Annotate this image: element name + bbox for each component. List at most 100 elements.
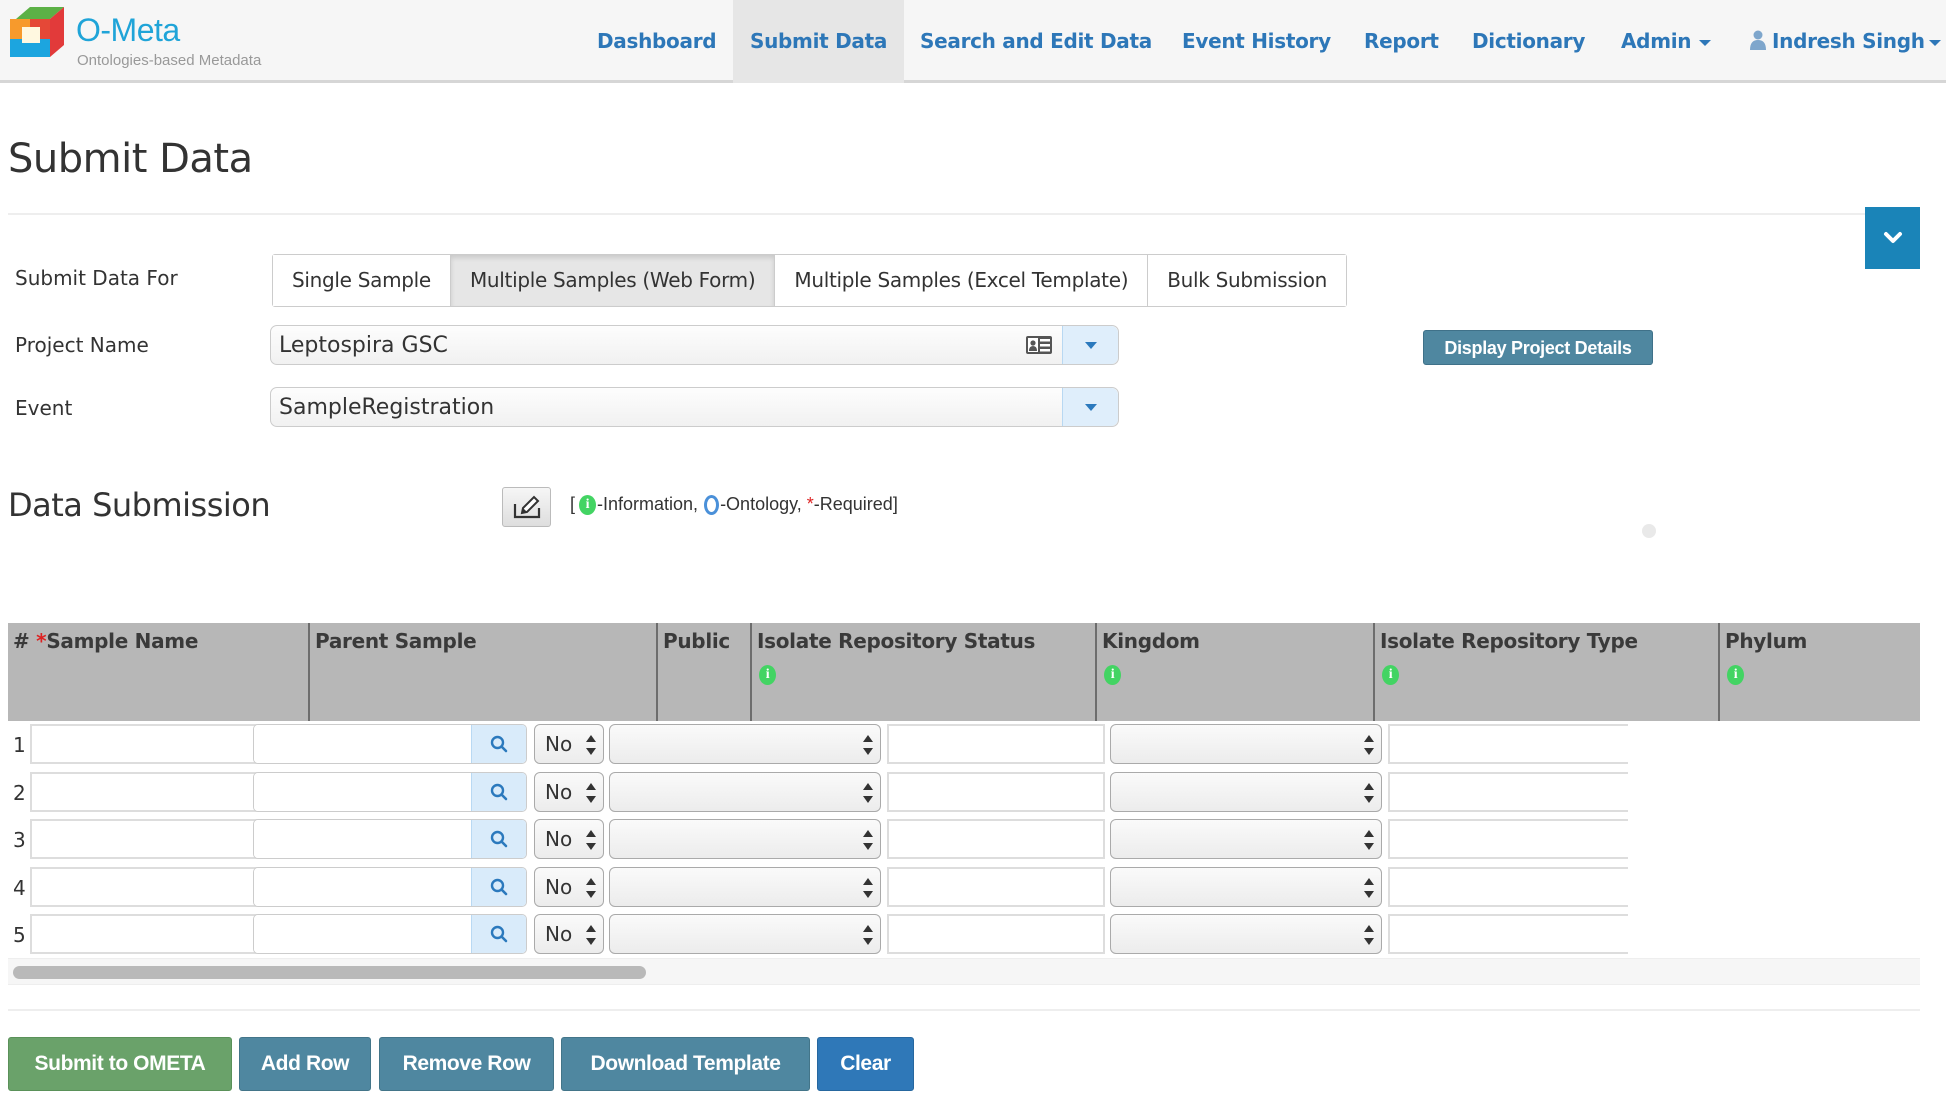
public-select[interactable]: No <box>534 914 604 954</box>
select-arrows-icon <box>1364 925 1374 945</box>
parent-sample-search-button[interactable] <box>471 772 526 811</box>
isolate-repository-type-select[interactable] <box>1110 771 1382 812</box>
isolate-repository-status-select[interactable] <box>609 819 881 859</box>
parent-sample-search-button[interactable] <box>471 725 526 763</box>
tab-single-sample[interactable]: Single Sample <box>273 255 451 306</box>
row-number: 4 <box>13 875 26 900</box>
isolate-repository-type-select[interactable] <box>1110 866 1382 907</box>
tab-multiple-samples-excel-template[interactable]: Multiple Samples (Excel Template) <box>775 255 1149 306</box>
info-icon[interactable]: i <box>1382 665 1399 685</box>
kingdom-input[interactable] <box>887 771 1105 812</box>
table-row: 2 No <box>8 770 1920 817</box>
nav-search-and-edit-data[interactable]: Search and Edit Data <box>903 0 1169 83</box>
column-header-parent-sample: Parent Sample <box>310 623 658 721</box>
display-project-details-button[interactable]: Display Project Details <box>1423 330 1653 365</box>
column-header-label: Parent Sample <box>315 629 477 653</box>
select-arrows-icon <box>863 782 873 803</box>
ontology-icon <box>704 494 720 515</box>
nav-dictionary[interactable]: Dictionary <box>1455 0 1602 83</box>
edit-columns-button[interactable] <box>502 487 551 527</box>
parent-sample-search-button[interactable] <box>471 867 526 906</box>
parent-sample-input[interactable] <box>254 820 471 858</box>
column-header-label: Isolate Repository Status <box>757 629 1036 653</box>
event-input[interactable] <box>271 388 1062 426</box>
collapse-toggle-button[interactable] <box>1865 207 1920 269</box>
nav-dashboard[interactable]: Dashboard <box>580 0 733 83</box>
select-arrows-icon <box>1364 877 1374 898</box>
project-name-label: Project Name <box>15 333 149 357</box>
top-navbar: O-Meta Ontologies-based Metadata Dashboa… <box>0 0 1946 83</box>
column-header-label: Public <box>663 629 730 653</box>
caret-down-icon <box>1084 403 1097 411</box>
kingdom-input[interactable] <box>887 866 1105 907</box>
remove-row-button[interactable]: Remove Row <box>379 1037 554 1091</box>
nav-report[interactable]: Report <box>1347 0 1456 83</box>
chevron-down-icon <box>1883 232 1902 243</box>
info-icon[interactable]: i <box>1104 665 1121 685</box>
search-icon <box>490 783 508 800</box>
public-select[interactable]: No <box>534 866 604 907</box>
public-select[interactable]: No <box>534 819 604 859</box>
isolate-repository-status-select[interactable] <box>609 866 881 907</box>
brand-name[interactable]: O-Meta <box>76 12 180 49</box>
o-meta-logo-icon[interactable] <box>8 5 66 63</box>
event-dropdown-button[interactable] <box>1062 388 1118 426</box>
phylum-input[interactable] <box>1388 819 1628 859</box>
isolate-repository-status-select[interactable] <box>609 724 881 764</box>
parent-sample-search-button[interactable] <box>471 915 526 953</box>
parent-sample-search-button[interactable] <box>471 820 526 858</box>
info-icon[interactable]: i <box>759 665 776 685</box>
add-row-button[interactable]: Add Row <box>239 1037 371 1091</box>
column-header-label: Sample Name <box>46 629 199 653</box>
id-card-icon[interactable] <box>1026 336 1052 354</box>
submit-to-ometa-button[interactable]: Submit to OMETA <box>8 1037 232 1091</box>
caret-down-icon <box>1084 341 1097 349</box>
phylum-input[interactable] <box>1388 914 1628 954</box>
parent-sample-field <box>253 724 527 764</box>
project-name-input[interactable] <box>271 326 1026 364</box>
clear-button[interactable]: Clear <box>817 1037 914 1091</box>
parent-sample-input[interactable] <box>254 725 471 763</box>
select-arrows-icon <box>586 735 596 755</box>
nav-event-history-label: Event History <box>1182 29 1331 53</box>
legend-ontology: -Ontology, <box>720 494 802 514</box>
nav-event-history[interactable]: Event History <box>1165 0 1348 83</box>
parent-sample-field <box>253 866 527 907</box>
nav-submit-data[interactable]: Submit Data <box>733 0 905 83</box>
phylum-input[interactable] <box>1388 866 1628 907</box>
tab-bulk-submission[interactable]: Bulk Submission <box>1148 255 1347 306</box>
kingdom-input[interactable] <box>887 724 1105 764</box>
public-select[interactable]: No <box>534 771 604 812</box>
nav-admin-dropdown[interactable]: Admin <box>1604 0 1728 83</box>
isolate-repository-status-select[interactable] <box>609 914 881 954</box>
isolate-repository-status-select[interactable] <box>609 771 881 812</box>
info-icon[interactable]: i <box>1727 665 1744 685</box>
parent-sample-field <box>253 771 527 812</box>
horizontal-scrollbar[interactable] <box>8 958 1920 985</box>
project-dropdown-button[interactable] <box>1062 326 1118 364</box>
kingdom-input[interactable] <box>887 819 1105 859</box>
nav-user-dropdown[interactable]: Indresh Singh <box>1733 0 1941 83</box>
nav-admin-label: Admin <box>1621 29 1692 53</box>
isolate-repository-type-select[interactable] <box>1110 724 1382 764</box>
scrollbar-thumb[interactable] <box>13 966 646 979</box>
field-legend: [ i -Information, -Ontology, * -Required… <box>570 494 898 515</box>
divider <box>8 1009 1920 1011</box>
tab-multiple-samples-web-form[interactable]: Multiple Samples (Web Form) <box>450 255 776 306</box>
parent-sample-input[interactable] <box>254 772 471 811</box>
column-header-label: Isolate Repository Type <box>1380 629 1638 653</box>
parent-sample-input[interactable] <box>254 867 471 906</box>
public-select-value: No <box>545 732 573 756</box>
kingdom-input[interactable] <box>887 914 1105 954</box>
isolate-repository-type-select[interactable] <box>1110 914 1382 954</box>
search-icon <box>490 925 508 943</box>
phylum-input[interactable] <box>1388 771 1628 812</box>
public-select[interactable]: No <box>534 724 604 764</box>
parent-sample-input[interactable] <box>254 915 471 953</box>
public-select-value: No <box>545 922 573 946</box>
phylum-input[interactable] <box>1388 724 1628 764</box>
select-arrows-icon <box>586 782 596 803</box>
download-template-button[interactable]: Download Template <box>561 1037 810 1091</box>
row-number: 5 <box>13 923 26 947</box>
isolate-repository-type-select[interactable] <box>1110 819 1382 859</box>
